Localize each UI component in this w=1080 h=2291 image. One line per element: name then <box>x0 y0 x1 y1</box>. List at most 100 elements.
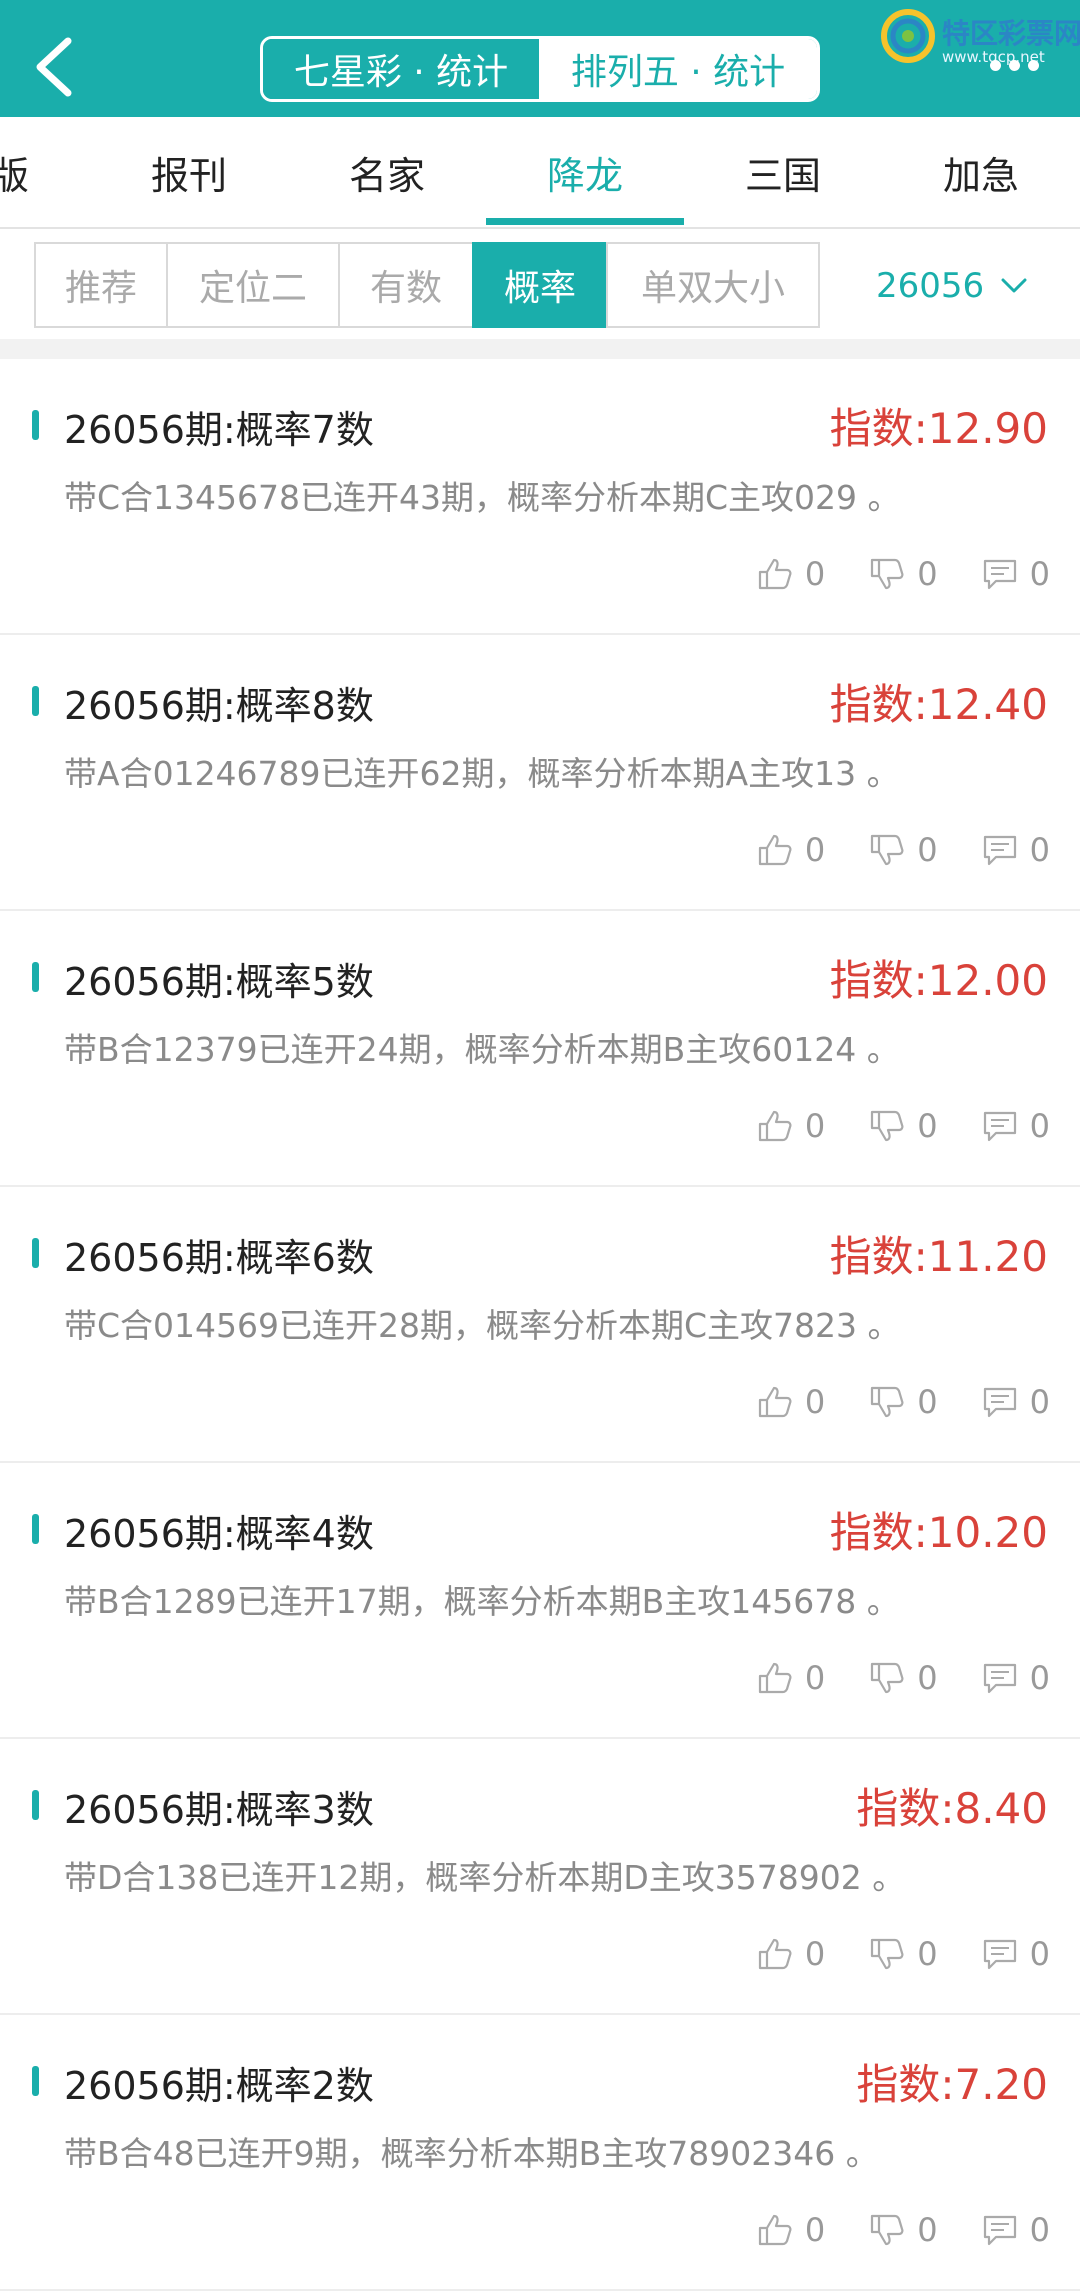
thumbs-down-icon <box>871 558 904 590</box>
item-score: 指数:12.00 <box>829 956 1048 1005</box>
brand-logo: 特区彩票网 www.tqcp.net <box>880 8 1080 68</box>
item-actions: 0 0 0 <box>713 1659 1050 1697</box>
tab-qixingcai-stats[interactable]: 七星彩 · 统计 <box>263 39 539 99</box>
item-title: 26056期:概率3数 <box>64 1788 374 1832</box>
item-description: 带B合12379已连开24期，概率分析本期B主攻60124 。 <box>64 1030 900 1069</box>
comment-count: 0 <box>1029 1107 1050 1145</box>
like-button[interactable]: 0 <box>757 2211 825 2249</box>
list-item[interactable]: 26056期:概率7数 指数:12.90 带C合1345678已连开43期，概率… <box>0 359 1080 635</box>
list-item[interactable]: 26056期:概率6数 指数:11.20 带C合014569已连开28期，概率分… <box>0 1187 1080 1463</box>
dislike-button[interactable]: 0 <box>869 1383 938 1421</box>
dislike-button[interactable]: 0 <box>869 1659 938 1697</box>
list-item[interactable]: 26056期:概率8数 指数:12.40 带A合01246789已连开62期，概… <box>0 635 1080 911</box>
thumbs-up-icon <box>758 834 792 866</box>
tab-category-3[interactable]: 降龙 <box>486 117 684 227</box>
thumbs-down-icon <box>871 1386 904 1418</box>
like-button[interactable]: 0 <box>757 1935 825 1973</box>
tab-category-4[interactable]: 三国 <box>684 117 882 227</box>
item-actions: 0 0 0 <box>713 1935 1050 1973</box>
dislike-count: 0 <box>917 1107 938 1145</box>
dislike-button[interactable]: 0 <box>869 831 938 869</box>
comment-button[interactable]: 0 <box>982 2211 1050 2249</box>
thumbs-down-icon <box>871 1110 904 1142</box>
comment-button[interactable]: 0 <box>982 831 1050 869</box>
like-count: 0 <box>804 1107 826 1145</box>
accent-bar <box>32 1514 39 1544</box>
dislike-button[interactable]: 0 <box>869 2211 938 2249</box>
item-actions: 0 0 0 <box>713 831 1050 869</box>
tab-pailiewu-stats[interactable]: 排列五 · 统计 <box>539 39 817 99</box>
filter-chip-1[interactable]: 定位二 <box>166 242 340 328</box>
back-arrow-icon[interactable] <box>30 35 78 99</box>
item-score: 指数:10.20 <box>829 1508 1048 1557</box>
list-item[interactable]: 26056期:概率4数 指数:10.20 带B合1289已连开17期，概率分析本… <box>0 1463 1080 1739</box>
list-item[interactable]: 26056期:概率2数 指数:7.20 带B合48已连开9期，概率分析本期B主攻… <box>0 2015 1080 2291</box>
comment-button[interactable]: 0 <box>982 555 1050 593</box>
thumbs-down-icon <box>871 1938 904 1970</box>
list-item[interactable]: 26056期:概率5数 指数:12.00 带B合12379已连开24期，概率分析… <box>0 911 1080 1187</box>
list-item[interactable]: 26056期:概率3数 指数:8.40 带D合138已连开12期，概率分析本期D… <box>0 1739 1080 2015</box>
item-description: 带C合1345678已连开43期，概率分析本期C主攻029 。 <box>64 478 901 517</box>
dislike-button[interactable]: 0 <box>869 1107 938 1145</box>
comment-button[interactable]: 0 <box>982 1107 1050 1145</box>
accent-bar <box>32 1238 39 1268</box>
item-title: 26056期:概率6数 <box>64 1236 374 1280</box>
filter-chip-3[interactable]: 概率 <box>472 242 608 328</box>
item-description: 带B合48已连开9期，概率分析本期B主攻78902346 。 <box>64 2134 879 2173</box>
comment-icon <box>983 1111 1016 1142</box>
like-button[interactable]: 0 <box>757 1659 825 1697</box>
thumbs-up-icon <box>758 1386 792 1418</box>
logo-name: 特区彩票网 <box>942 17 1080 50</box>
item-description: 带D合138已连开12期，概率分析本期D主攻3578902 。 <box>64 1858 906 1897</box>
like-count: 0 <box>804 831 826 869</box>
section-divider <box>0 339 1080 359</box>
comment-count: 0 <box>1029 1659 1050 1697</box>
comment-button[interactable]: 0 <box>982 1935 1050 1973</box>
item-actions: 0 0 0 <box>713 555 1050 593</box>
comment-icon <box>983 835 1016 866</box>
dislike-button[interactable]: 0 <box>869 1935 938 1973</box>
comment-icon <box>983 1939 1016 1970</box>
lottery-type-switch: 七星彩 · 统计 排列五 · 统计 <box>260 36 820 102</box>
thumbs-down-icon <box>871 1662 904 1694</box>
dislike-button[interactable]: 0 <box>869 555 938 593</box>
prediction-list: 26056期:概率7数 指数:12.90 带C合1345678已连开43期，概率… <box>0 359 1080 2291</box>
comment-count: 0 <box>1029 831 1050 869</box>
item-score: 指数:8.40 <box>856 1784 1048 1833</box>
filter-bar: 推荐 定位二 有数 概率 单双大小 26056 <box>0 229 1080 339</box>
accent-bar <box>32 962 39 992</box>
item-actions: 0 0 0 <box>713 2211 1050 2249</box>
dislike-count: 0 <box>917 831 938 869</box>
item-description: 带C合014569已连开28期，概率分析本期C主攻7823 。 <box>64 1306 901 1345</box>
issue-selector[interactable]: 26056 <box>876 259 1028 313</box>
header-bar: 七星彩 · 统计 排列五 · 统计 特区彩票网 www.tqcp.net <box>0 0 1080 117</box>
thumbs-up-icon <box>758 2214 792 2246</box>
comment-count: 0 <box>1029 555 1050 593</box>
like-button[interactable]: 0 <box>757 1107 825 1145</box>
like-button[interactable]: 0 <box>757 555 825 593</box>
thumbs-up-icon <box>758 558 792 590</box>
comment-icon <box>983 559 1016 590</box>
dislike-count: 0 <box>917 555 938 593</box>
filter-chip-2[interactable]: 有数 <box>338 242 474 328</box>
item-title: 26056期:概率2数 <box>64 2064 374 2108</box>
tab-category-1[interactable]: 报刊 <box>90 117 288 227</box>
item-score: 指数:11.20 <box>829 1232 1048 1281</box>
item-title: 26056期:概率4数 <box>64 1512 374 1556</box>
like-button[interactable]: 0 <box>757 831 825 869</box>
comment-button[interactable]: 0 <box>982 1383 1050 1421</box>
tab-category-5[interactable]: 加急 <box>882 117 1080 227</box>
item-score: 指数:12.40 <box>829 680 1048 729</box>
filter-chip-0[interactable]: 推荐 <box>34 242 168 328</box>
like-count: 0 <box>804 555 826 593</box>
like-button[interactable]: 0 <box>757 1383 825 1421</box>
like-count: 0 <box>804 1935 826 1973</box>
tab-category-0[interactable]: 版 <box>0 117 30 227</box>
comment-button[interactable]: 0 <box>982 1659 1050 1697</box>
category-tabs: 版 报刊 名家 降龙 三国 加急 <box>0 117 1080 229</box>
comment-count: 0 <box>1029 1935 1050 1973</box>
tab-category-2[interactable]: 名家 <box>288 117 486 227</box>
filter-chip-4[interactable]: 单双大小 <box>606 242 820 328</box>
more-menu-icon[interactable] <box>990 60 1039 71</box>
chevron-down-icon <box>1001 278 1027 293</box>
